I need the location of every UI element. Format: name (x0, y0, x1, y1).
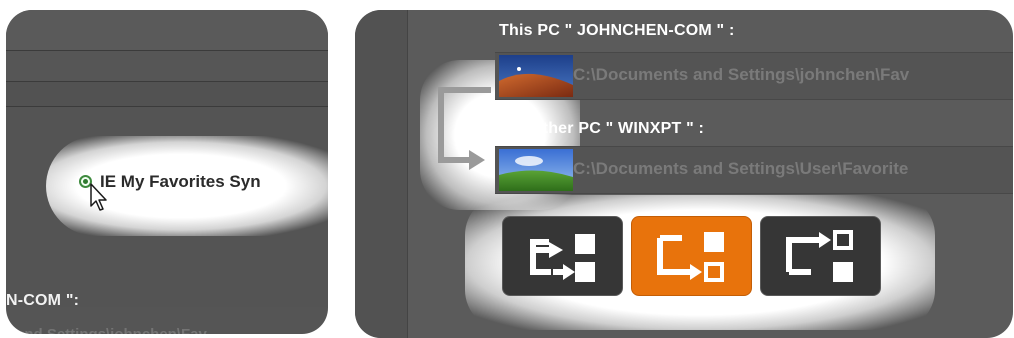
this-pc-path: and Settings\johnchen\Fav (16, 326, 207, 334)
sync-direction-arrow-icon (438, 87, 491, 170)
sync-direction-panel: This PC " JOHNCHEN-COM " : C:\Documents … (355, 10, 1013, 338)
mouse-pointer-icon (90, 183, 107, 211)
other-pc-desktop-thumbnail (499, 149, 573, 191)
sync-this-to-other-icon (657, 232, 724, 282)
sync-both-directions-button[interactable] (502, 216, 623, 296)
other-pc-path-row[interactable]: C:\Documents and Settings\User\Favorite (495, 146, 1013, 194)
sidebar (355, 10, 408, 338)
other-pc-path-text: C:\Documents and Settings\User\Favorite (573, 159, 909, 178)
this-pc-path-text: C:\Documents and Settings\johnchen\Fav (573, 65, 910, 84)
sync-this-to-other-button[interactable] (631, 216, 752, 296)
this-pc-label: N-COM ": (6, 292, 80, 309)
sync-other-to-this-button[interactable] (760, 216, 881, 296)
toolbar-band (6, 10, 328, 51)
toolbar-band (6, 51, 328, 82)
zoomed-options-panel: IE My Favorites Syn N-COM ": and Setting… (6, 10, 328, 334)
sync-both-directions-icon (530, 234, 595, 282)
this-pc-label: This PC " JOHNCHEN-COM " : (499, 22, 735, 39)
toolbar-band (6, 82, 328, 107)
sync-other-to-this-icon (786, 230, 853, 282)
ie-favorites-option-label[interactable]: IE My Favorites Syn (100, 172, 261, 192)
other-pc-label: The other PC " WINXPT " : (499, 120, 705, 137)
this-pc-path-row[interactable]: C:\Documents and Settings\johnchen\Fav (495, 52, 1013, 100)
this-pc-desktop-thumbnail (499, 55, 573, 97)
